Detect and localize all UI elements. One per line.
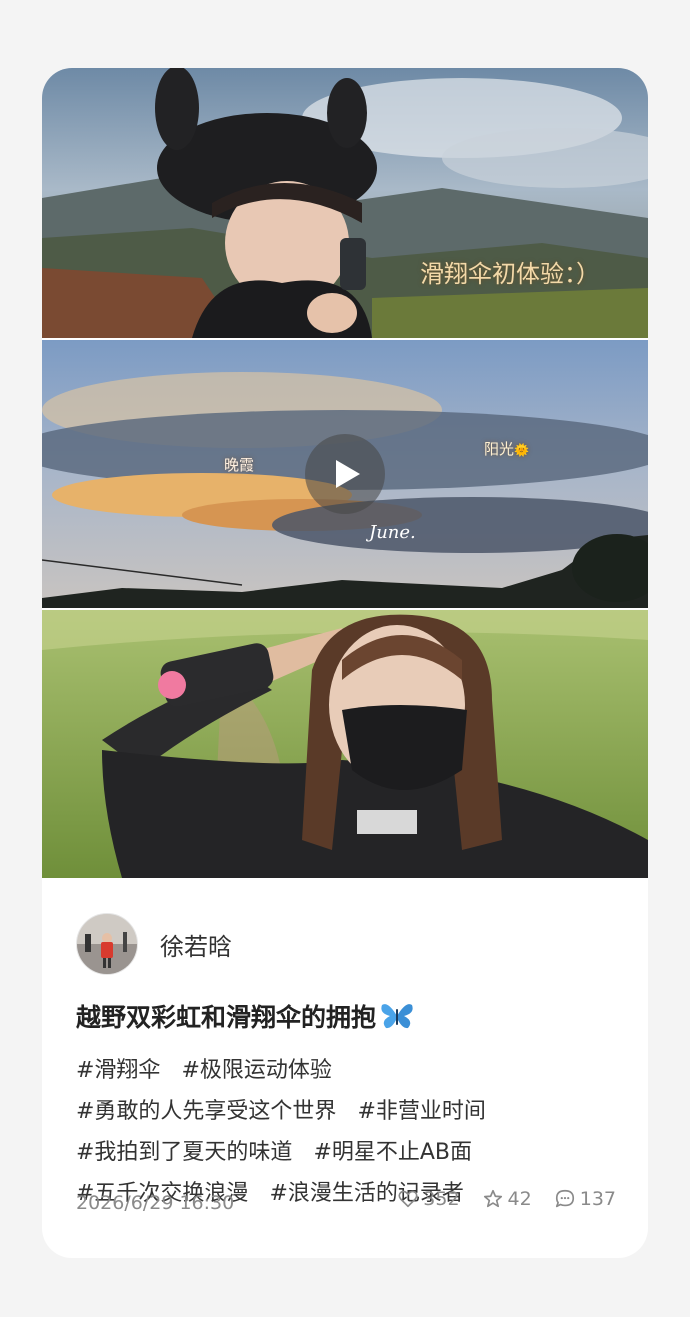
hashtag[interactable]: #非营业时间 [357, 1099, 485, 1124]
sun-icon: 🌞 [514, 443, 529, 457]
media-panel-selfie: 滑翔伞初体验：） [42, 68, 648, 338]
like-button[interactable]: 352 [397, 1188, 460, 1210]
panel1-caption: 滑翔伞初体验：） [420, 260, 600, 288]
butterfly-icon [380, 1001, 414, 1031]
favorite-count: 42 [507, 1188, 532, 1210]
play-icon [336, 460, 360, 488]
author-name[interactable]: 徐若晗 [160, 927, 232, 962]
panel2-script: June. [369, 522, 416, 543]
hashtag[interactable]: #勇敢的人先享受这个世界 [76, 1099, 336, 1124]
hashtag[interactable]: #明星不止AB面 [313, 1140, 472, 1165]
media-panel-field [42, 610, 648, 878]
like-count: 352 [423, 1188, 460, 1210]
favorite-button[interactable]: 42 [482, 1188, 532, 1210]
author-row[interactable]: 徐若晗 [76, 913, 232, 975]
comment-icon [555, 1189, 574, 1208]
post-footer: 2026/6/29 16:30 352 42 137 [76, 1188, 616, 1220]
comment-count: 137 [579, 1188, 616, 1210]
heart-icon [398, 1190, 418, 1208]
hashtag[interactable]: #极限运动体验 [181, 1058, 331, 1083]
post-date: 2026/6/29 16:30 [76, 1192, 235, 1214]
avatar[interactable] [76, 913, 138, 975]
post-media[interactable]: 滑翔伞初体验：） 晚霞 阳光🌞 June. [42, 68, 648, 878]
stats-bar: 352 42 137 [375, 1188, 616, 1210]
post-title: 越野双彩虹和滑翔伞的拥抱 [76, 998, 414, 1034]
play-button[interactable] [305, 434, 385, 514]
post-card[interactable]: 滑翔伞初体验：） 晚霞 阳光🌞 June. 徐若晗 越野双彩虹和滑翔伞的拥抱 #… [42, 68, 648, 1258]
star-icon [483, 1189, 502, 1208]
panel2-label-left: 晚霞 [224, 456, 255, 474]
panel2-label-right: 阳光🌞 [484, 440, 529, 458]
post-title-text: 越野双彩虹和滑翔伞的拥抱 [76, 1003, 377, 1032]
hashtag[interactable]: #我拍到了夏天的味道 [76, 1140, 292, 1165]
hashtag[interactable]: #滑翔伞 [76, 1058, 160, 1083]
comment-button[interactable]: 137 [554, 1188, 616, 1210]
